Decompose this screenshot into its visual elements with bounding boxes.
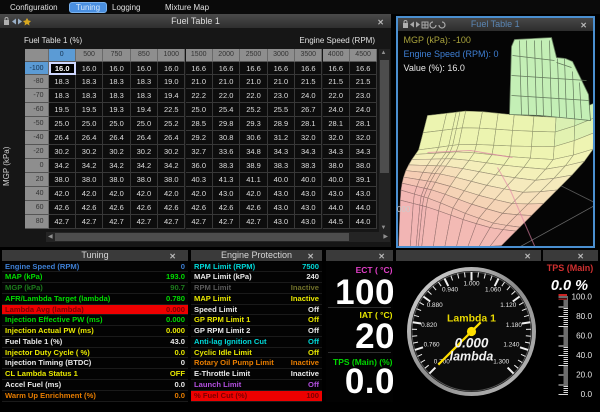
- svg-text:0.880: 0.880: [427, 302, 443, 309]
- svg-text:80.0: 80.0: [576, 312, 592, 321]
- svg-text:20.0: 20.0: [576, 371, 592, 380]
- svg-text:1.300: 1.300: [493, 358, 509, 365]
- svg-text:0.940: 0.940: [442, 287, 458, 294]
- svg-text:000: 000: [397, 205, 411, 214]
- svg-text:TPS (Main): TPS (Main): [547, 263, 594, 273]
- svg-text:1.240: 1.240: [503, 342, 519, 349]
- svg-text:0.000: 0.000: [455, 336, 489, 351]
- svg-text:lambda: lambda: [450, 350, 494, 364]
- svg-text:60.0: 60.0: [576, 332, 592, 341]
- svg-text:1.180: 1.180: [506, 322, 522, 329]
- svg-text:0.0: 0.0: [581, 390, 593, 399]
- svg-text:40.0: 40.0: [576, 351, 592, 360]
- svg-text:1.060: 1.060: [485, 287, 501, 294]
- svg-text:0.0 %: 0.0 %: [551, 278, 588, 294]
- svg-text:1.120: 1.120: [500, 302, 516, 309]
- svg-text:Lambda 1: Lambda 1: [447, 313, 496, 325]
- svg-text:1.000: 1.000: [464, 281, 480, 288]
- svg-text:100.0: 100.0: [572, 293, 593, 302]
- svg-text:0.760: 0.760: [424, 342, 440, 349]
- svg-text:0.820: 0.820: [421, 322, 437, 329]
